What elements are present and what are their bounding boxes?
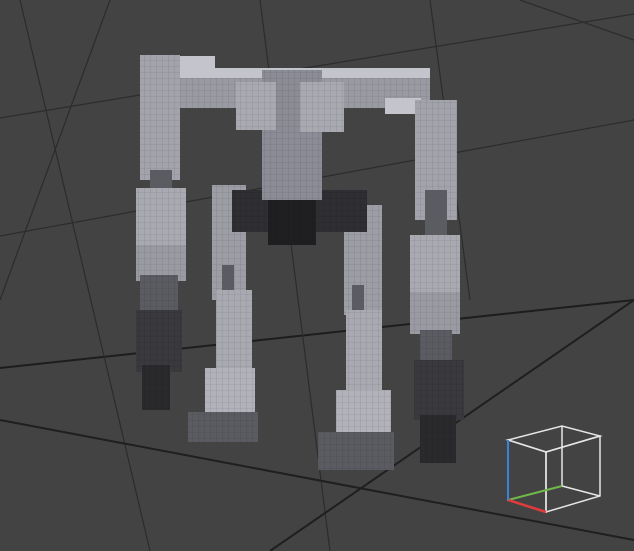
rear-right-leg [318, 205, 394, 470]
3d-viewport[interactable] [0, 0, 634, 551]
x-axis-line [507, 498, 547, 514]
view-cube-icon[interactable] [500, 420, 610, 520]
front-left-leg [136, 55, 186, 410]
y-axis-line [507, 485, 563, 501]
front-right-leg [410, 100, 464, 463]
top-beam [160, 56, 430, 200]
